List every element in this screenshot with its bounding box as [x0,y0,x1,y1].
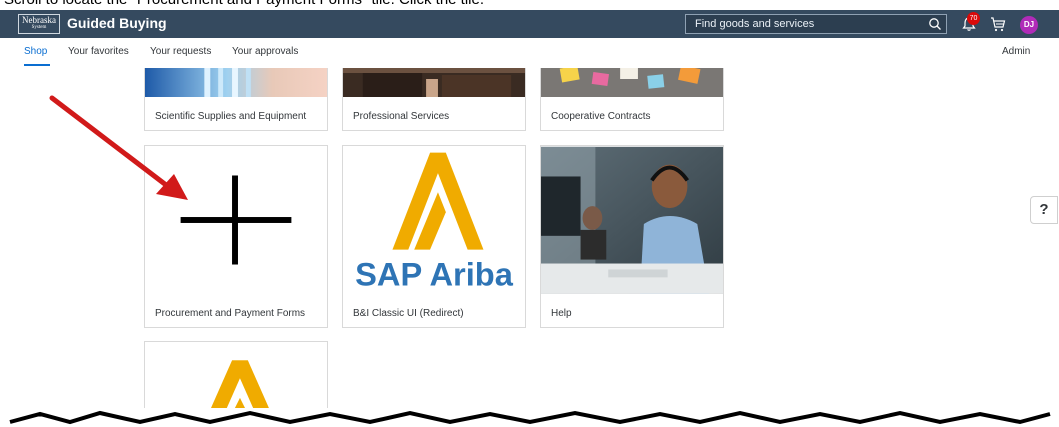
notification-badge: 70 [967,12,980,25]
search-input[interactable] [686,15,921,33]
tile-cooperative-contracts[interactable]: Cooperative Contracts [540,68,724,131]
nebraska-logo[interactable]: Nebraska System [18,14,60,34]
app-title: Guided Buying [67,15,167,31]
professional-services-image [343,68,525,97]
tile-professional-services[interactable]: Professional Services [342,68,526,131]
top-navigation: Shop Your favorites Your requests Your a… [0,38,1059,69]
red-arrow-annotation [49,95,188,200]
cart-icon[interactable] [989,16,1007,32]
tile-label: Cooperative Contracts [551,111,651,122]
tile-label: Help [551,308,572,319]
tab-your-favorites[interactable]: Your favorites [68,46,129,57]
tile-help[interactable]: Help [540,145,724,328]
tile-label: B&I Classic UI (Redirect) [353,308,464,319]
sap-ariba-logo-text: SAP Ariba [355,255,514,292]
tab-your-requests[interactable]: Your requests [150,46,211,57]
obscured-text-strip [0,408,1059,427]
instruction-caption: Scroll to locate the "Procurement and Pa… [0,0,1059,10]
help-photo [541,146,723,294]
shell-bar: Nebraska System Guided Buying 70 DJ [0,10,1059,38]
tab-shop[interactable]: Shop [24,46,47,57]
tab-your-approvals[interactable]: Your approvals [232,46,298,57]
tile-label: Procurement and Payment Forms [155,308,306,319]
search-icon[interactable] [928,17,942,31]
cooperative-contracts-image [541,68,723,97]
logo-sub-text: System [31,25,47,30]
search-box[interactable] [685,14,947,34]
caption-text: Scroll to locate the "Procurement and Pa… [4,0,484,8]
admin-link[interactable]: Admin [1002,46,1030,57]
help-question-button[interactable]: ? [1030,196,1058,224]
active-tab-indicator [24,64,50,66]
tile-label: Professional Services [353,111,450,122]
sap-ariba-logo: SAP Ariba [343,146,525,294]
tile-bi-classic-ui-redirect[interactable]: SAP Ariba B&I Classic UI (Redirect) [342,145,526,328]
logo-text: Nebraska [22,15,56,25]
user-avatar[interactable]: DJ [1020,16,1038,34]
